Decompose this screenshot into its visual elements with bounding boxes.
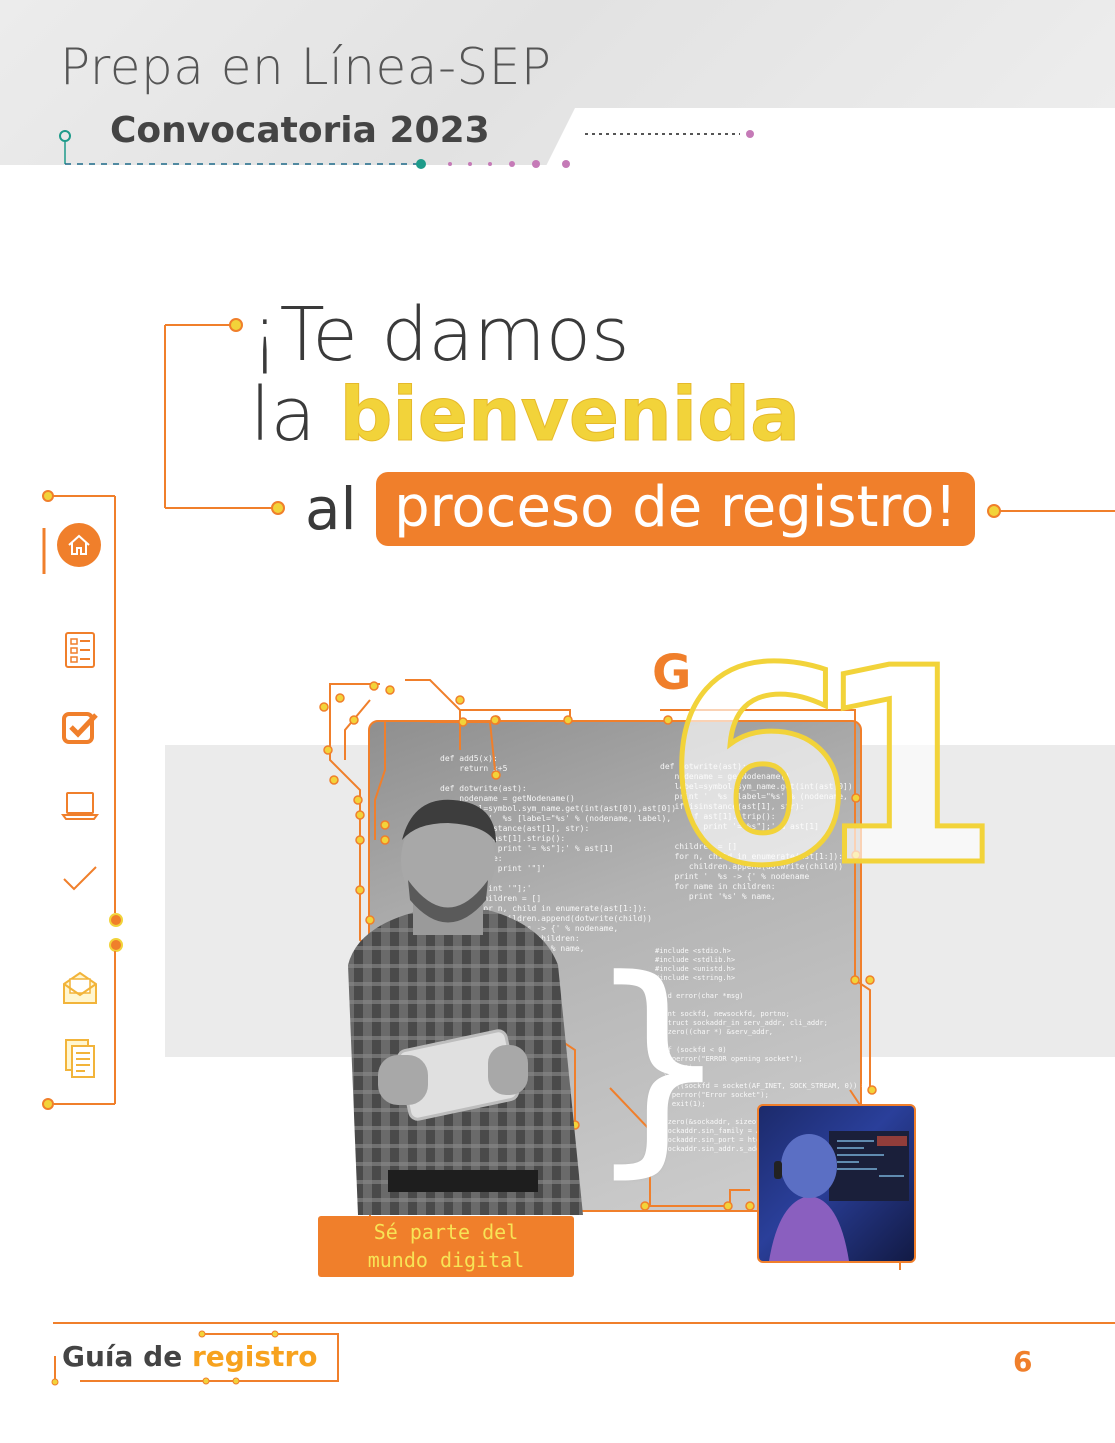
heading-line-1: ¡Te damos	[250, 292, 630, 378]
sidebar-item-checkbox[interactable]	[60, 708, 100, 748]
cta-label: Sé parte del mundo digital	[318, 1216, 574, 1277]
checkbox-icon	[62, 712, 98, 744]
sidebar-item-check[interactable]	[60, 860, 100, 900]
curly-brace-decoration: }	[585, 931, 732, 1198]
footer-divider	[53, 1322, 1115, 1324]
heading-pill: proceso de registro!	[376, 472, 975, 546]
programmer-thumbnail	[757, 1104, 916, 1263]
sidebar-item-email[interactable]	[60, 968, 100, 1008]
guide-title-accent: registro	[191, 1340, 318, 1373]
person-image	[348, 799, 583, 1215]
cta-line-2: mundo digital	[367, 1248, 525, 1272]
form-icon	[65, 632, 95, 668]
sidebar-item-form[interactable]	[60, 630, 100, 670]
app-title: Prepa en Línea-SEP	[60, 38, 552, 96]
decorative-numbers: 61	[663, 610, 1004, 925]
home-icon	[57, 523, 101, 567]
page-number: 6	[1013, 1345, 1033, 1378]
heading-line-2-prefix: la	[250, 372, 316, 458]
sidebar-item-laptop[interactable]	[60, 785, 100, 825]
heading-highlight: bienvenida	[339, 372, 801, 459]
document-icon	[65, 1039, 95, 1078]
sidebar-item-document[interactable]	[60, 1038, 100, 1078]
header-connector-line	[59, 130, 754, 169]
laptop-icon	[61, 792, 99, 820]
email-icon	[63, 971, 97, 1004]
checkmark-icon	[63, 866, 97, 891]
heading-line-3-prefix: al	[305, 475, 357, 543]
sidebar-item-home[interactable]	[57, 523, 101, 567]
guide-title: Guía de registro	[62, 1340, 318, 1373]
heading-line-2: la bienvenida	[250, 372, 801, 459]
guide-title-prefix: Guía de	[62, 1340, 183, 1373]
cta-line-1: Sé parte del	[373, 1220, 519, 1244]
